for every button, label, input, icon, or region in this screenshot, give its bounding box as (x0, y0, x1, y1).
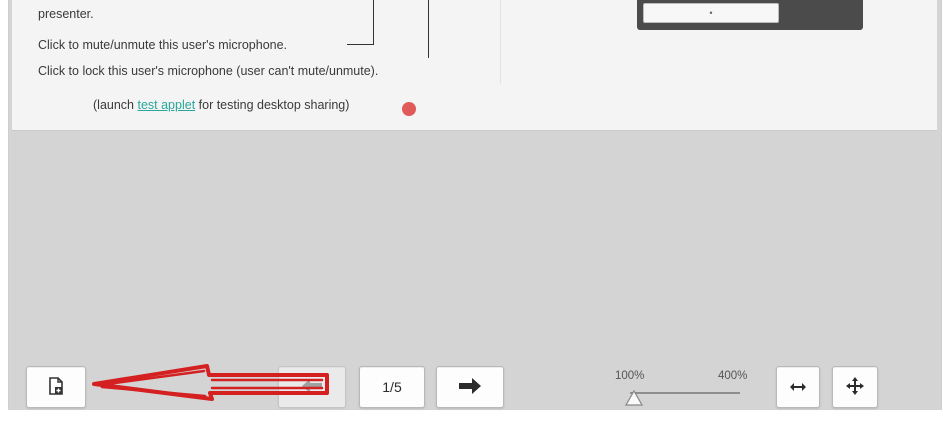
upload-document-icon (48, 376, 64, 398)
slide-text-applet: (launch test applet for testing desktop … (93, 98, 349, 112)
zoom-slider-track[interactable] (630, 392, 740, 394)
applet-suffix: for testing desktop sharing) (195, 98, 350, 112)
callout-line (428, 0, 429, 58)
fit-width-icon (789, 379, 807, 395)
zoom-slider-thumb[interactable] (624, 389, 644, 411)
zoom-min-label: 100% (615, 370, 645, 382)
test-applet-link[interactable]: test applet (137, 98, 195, 112)
move-icon (846, 376, 864, 398)
slide-divider (500, 0, 501, 84)
slide-text-presenter: presenter. (38, 7, 94, 21)
upload-presentation-button[interactable] (26, 366, 86, 408)
next-slide-button[interactable] (436, 366, 504, 408)
mock-field: • (643, 3, 779, 23)
previous-slide-button[interactable] (278, 366, 346, 408)
applet-prefix: (launch (93, 98, 138, 112)
slide-canvas: presenter. Click to mute/unmute this use… (12, 0, 937, 131)
arrow-left-icon (301, 378, 323, 397)
callout-line (347, 44, 374, 45)
slide-text-mute: Click to mute/unmute this user's microph… (38, 38, 288, 52)
arrow-right-icon (458, 377, 482, 398)
callout-line (373, 0, 374, 44)
status-dot (402, 102, 416, 116)
slide-text-lock: Click to lock this user's microphone (us… (38, 64, 379, 78)
page-indicator-button[interactable]: 1/5 (359, 366, 425, 408)
page-indicator: 1/5 (382, 379, 402, 395)
mock-panel: • (637, 0, 863, 30)
fit-page-button[interactable] (832, 366, 878, 408)
fit-width-button[interactable] (776, 366, 820, 408)
zoom-max-label: 400% (718, 370, 748, 382)
